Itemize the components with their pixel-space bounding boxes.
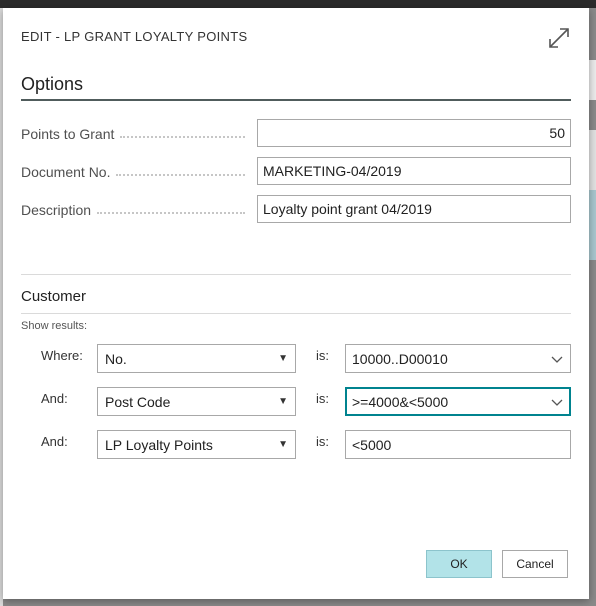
background-page-strip bbox=[588, 190, 596, 260]
dropdown-arrow-icon: ▼ bbox=[278, 353, 288, 364]
document-no-label-text: Document No. bbox=[21, 164, 111, 180]
window-top-bar bbox=[0, 0, 596, 8]
filter-value-text: >=4000&<5000 bbox=[352, 393, 449, 410]
filter-field-value: No. bbox=[105, 350, 127, 367]
description-input[interactable]: Loyalty point grant 04/2019 bbox=[257, 195, 571, 223]
customer-divider bbox=[21, 313, 571, 314]
chevron-down-icon[interactable] bbox=[550, 352, 564, 366]
cancel-button[interactable]: Cancel bbox=[502, 550, 568, 578]
filter-value-input[interactable]: >=4000&<5000 bbox=[345, 387, 571, 416]
filter-field-value: Post Code bbox=[105, 393, 171, 410]
description-label: Description bbox=[21, 196, 249, 224]
document-no-label: Document No. bbox=[21, 158, 249, 186]
chevron-down-icon[interactable] bbox=[550, 395, 564, 409]
options-heading: Options bbox=[21, 74, 84, 94]
filter-field-select[interactable]: Post Code ▼ bbox=[97, 387, 296, 416]
filter-is-label: is: bbox=[316, 391, 329, 406]
filter-field-select[interactable]: No. ▼ bbox=[97, 344, 296, 373]
filter-and-label: And: bbox=[41, 391, 68, 406]
leader-dots bbox=[116, 174, 245, 176]
expand-icon[interactable] bbox=[547, 26, 571, 50]
edit-dialog: EDIT - LP GRANT LOYALTY POINTS Options P… bbox=[3, 8, 589, 599]
filter-value-input[interactable]: 10000..D00010 bbox=[345, 344, 571, 373]
filter-value-input[interactable]: <5000 bbox=[345, 430, 571, 459]
points-to-grant-input[interactable]: 50 bbox=[257, 119, 571, 147]
ok-button[interactable]: OK bbox=[426, 550, 492, 578]
dropdown-arrow-icon: ▼ bbox=[278, 439, 288, 450]
leader-dots bbox=[97, 212, 245, 214]
filter-and-label: And: bbox=[41, 434, 68, 449]
background-page-strip bbox=[588, 60, 596, 100]
filter-field-select[interactable]: LP Loyalty Points ▼ bbox=[97, 430, 296, 459]
customer-heading: Customer bbox=[21, 288, 87, 305]
filter-value-text: 10000..D00010 bbox=[352, 350, 448, 367]
description-label-text: Description bbox=[21, 202, 92, 218]
filter-is-label: is: bbox=[316, 434, 329, 449]
background-page-strip bbox=[588, 130, 596, 190]
dialog-title: EDIT - LP GRANT LOYALTY POINTS bbox=[21, 29, 248, 44]
filter-value-text: <5000 bbox=[352, 436, 392, 453]
filter-field-value: LP Loyalty Points bbox=[105, 436, 213, 453]
section-divider bbox=[21, 274, 571, 275]
points-to-grant-label: Points to Grant bbox=[21, 120, 249, 148]
leader-dots bbox=[120, 136, 245, 138]
show-results-label: Show results: bbox=[21, 320, 88, 332]
points-to-grant-label-text: Points to Grant bbox=[21, 126, 115, 142]
document-no-input[interactable]: MARKETING-04/2019 bbox=[257, 157, 571, 185]
dropdown-arrow-icon: ▼ bbox=[278, 396, 288, 407]
filter-where-label: Where: bbox=[41, 348, 83, 363]
filter-is-label: is: bbox=[316, 348, 329, 363]
options-divider bbox=[21, 99, 571, 101]
